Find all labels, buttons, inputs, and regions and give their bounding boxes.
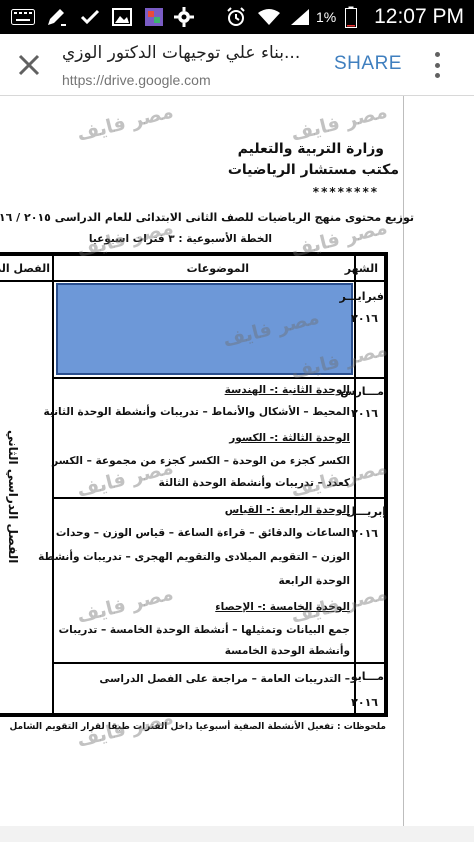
alarm-icon — [224, 6, 248, 28]
month-feb: فبرايـــر — [339, 290, 384, 303]
header-topics: الموضوعات — [186, 262, 249, 275]
document-heading: توزيع محتوى منهج الرياضيات للصف الثانى ا… — [0, 211, 414, 224]
close-icon — [18, 54, 40, 76]
month-may: مـــايو — [350, 670, 384, 683]
check-icon — [78, 6, 102, 28]
year-apr: ٢٠١٦ — [351, 527, 378, 540]
table-divider — [52, 497, 388, 499]
month-apr: إبريـــل — [346, 505, 386, 518]
dot-icon — [434, 52, 440, 57]
table-divider — [52, 252, 54, 717]
year-feb: ٢٠١٦ — [351, 312, 378, 325]
topic-line: جمع البيانات وتمثيلها – أنشطة الوحدة الخ… — [58, 624, 350, 636]
topic-line: وأنشطة الوحدة الخامسة — [224, 645, 350, 657]
office-heading: مكتب مستشار الرياضيات — [227, 162, 399, 178]
signal-icon — [288, 6, 312, 28]
header-month: الشهر — [344, 262, 378, 275]
header-semester: الفصل الد — [0, 262, 50, 275]
ministry-heading: وزارة التربية والتعليم — [237, 141, 384, 157]
battery-percent: 1% — [316, 9, 337, 25]
year-mar: ٢٠١٦ — [351, 407, 378, 420]
notes: ملحوظات : تفعيل الأنشطة الصفية أسبوعيا د… — [9, 722, 386, 732]
image-icon — [110, 6, 134, 28]
stars-divider: ******** — [312, 185, 379, 199]
close-button[interactable] — [14, 50, 44, 80]
gear-icon — [172, 6, 196, 28]
edit-icon — [44, 6, 70, 28]
unit-title: الوحدة الثانية :- الهندسة — [224, 384, 350, 396]
topic-line: – التدريبات العامة – مراجعة على الفصل ال… — [99, 673, 350, 685]
table-divider — [52, 377, 388, 379]
dot-icon — [434, 62, 440, 68]
status-bar: 1% 12:07 PM — [0, 0, 474, 34]
page-title: بناء علي توجيهات الدكتور الوزي... — [62, 43, 301, 63]
topic-line: الكسر كجزء من الوحدة – الكسر كجزء من مجم… — [52, 455, 350, 467]
app-notification-icon — [142, 6, 166, 28]
keyboard-icon — [10, 6, 36, 28]
unit-title: الوحدة الرابعة :- القياس — [224, 504, 350, 516]
dot-icon — [434, 73, 440, 78]
year-may: ٢٠١٦ — [351, 696, 378, 709]
topic-line: الوزن – التقويم الميلادى والتقويم الهجرى… — [38, 551, 350, 563]
clock: 12:07 PM — [374, 5, 464, 28]
unit-title: الوحدة الثالثة :- الكسور — [229, 432, 350, 444]
topic-line: المحيط – الأشكال والأنماط – تدريبات وأنش… — [43, 406, 350, 418]
semester-label: الفصل الدراسي الثاني — [6, 430, 20, 564]
share-button[interactable]: SHARE — [334, 53, 402, 75]
overflow-menu-button[interactable] — [430, 50, 444, 80]
bottom-edge — [0, 826, 474, 842]
page-edge — [403, 96, 415, 826]
topic-line: الوحدة الرابعة — [278, 575, 350, 587]
table-divider — [52, 662, 388, 664]
table-divider — [0, 280, 388, 282]
app-bar: بناء علي توجيهات الدكتور الوزي... https:… — [0, 34, 474, 96]
wifi-icon — [256, 6, 282, 28]
topic-line: الساعات والدقائق – قراءة الساعة – قياس ا… — [55, 527, 350, 539]
battery-icon — [344, 6, 358, 28]
page-url: https://drive.google.com — [62, 72, 211, 88]
